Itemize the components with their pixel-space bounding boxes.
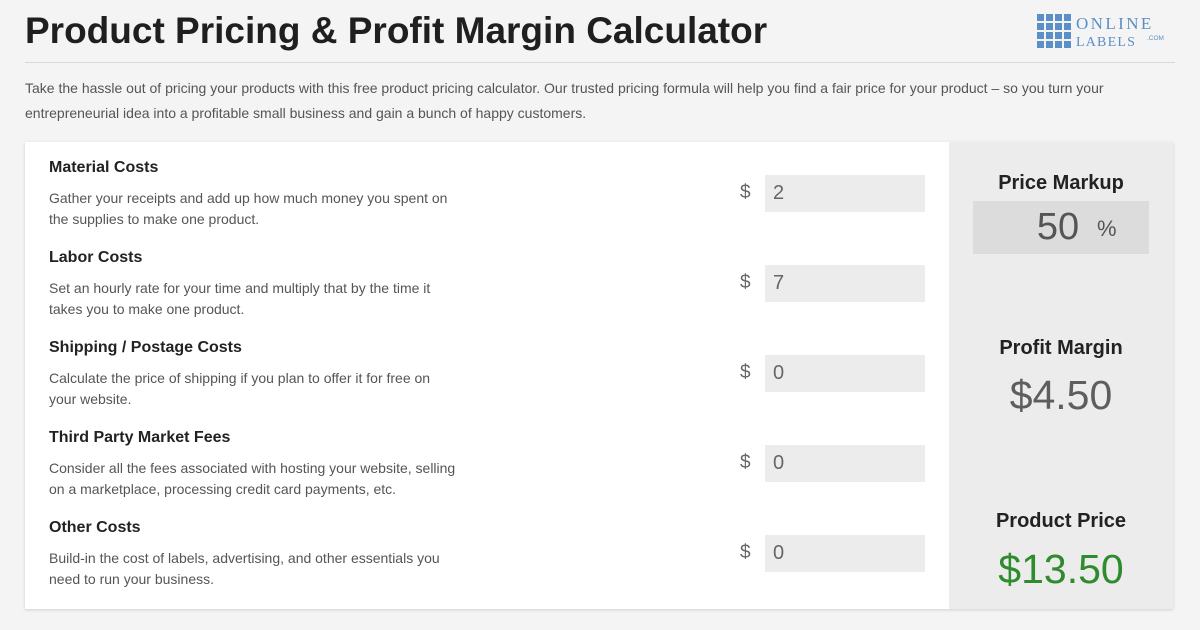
other-costs-input[interactable] [765,535,925,572]
cost-row-shipping: Shipping / Postage Costs Calculate the p… [25,322,949,412]
cost-title: Labor Costs [49,249,143,266]
price-markup-field: % [973,201,1149,254]
currency-symbol: $ [740,452,751,473]
results-section: Price Markup % Profit Margin $4.50 Produ… [949,142,1173,609]
cost-row-labor: Labor Costs Set an hourly rate for your … [25,232,949,322]
cost-title: Shipping / Postage Costs [49,339,242,356]
percent-sign: % [1097,216,1117,241]
product-price-label: Product Price [995,510,1127,532]
price-markup-input[interactable] [1023,205,1093,249]
cost-inputs-section: Material Costs Gather your receipts and … [25,142,949,609]
cost-description: Consider all the fees associated with ho… [49,460,456,497]
intro-text: Take the hassle out of pricing your prod… [25,80,1104,121]
currency-symbol: $ [740,182,751,203]
logo-grid-icon [1037,14,1071,48]
cost-description: Gather your receipts and add up how much… [49,190,448,227]
logo-line1: ONLINE [1076,14,1154,33]
cost-description: Set an hourly rate for your time and mul… [49,280,431,317]
market-fees-input[interactable] [765,445,925,482]
price-markup-label: Price Markup [998,172,1124,194]
profit-margin-value: $4.50 [1009,372,1113,418]
cost-title: Third Party Market Fees [49,429,231,446]
page-title: Product Pricing & Profit Margin Calculat… [25,10,768,51]
online-labels-logo[interactable]: ONLINE LABELS .COM [1037,14,1175,48]
cost-row-market-fees: Third Party Market Fees Consider all the… [25,412,949,502]
labor-costs-input[interactable] [765,265,925,302]
cost-title: Material Costs [49,159,159,176]
product-price-value: $13.50 [998,546,1124,592]
cost-title: Other Costs [49,519,141,536]
cost-description: Calculate the price of shipping if you p… [49,370,431,407]
shipping-costs-input[interactable] [765,355,925,392]
calculator-panel: Material Costs Gather your receipts and … [25,142,1173,609]
material-costs-input[interactable] [765,175,925,212]
profit-margin-label: Profit Margin [999,337,1123,359]
cost-description: Build-in the cost of labels, advertising… [49,550,440,587]
cost-row-other: Other Costs Build-in the cost of labels,… [25,502,949,592]
page-header: Product Pricing & Profit Margin Calculat… [25,0,1175,63]
cost-row-material: Material Costs Gather your receipts and … [25,142,949,232]
currency-symbol: $ [740,542,751,563]
logo-suffix: .COM [1147,35,1164,42]
currency-symbol: $ [740,272,751,293]
logo-line2: LABELS [1076,35,1136,48]
currency-symbol: $ [740,362,751,383]
